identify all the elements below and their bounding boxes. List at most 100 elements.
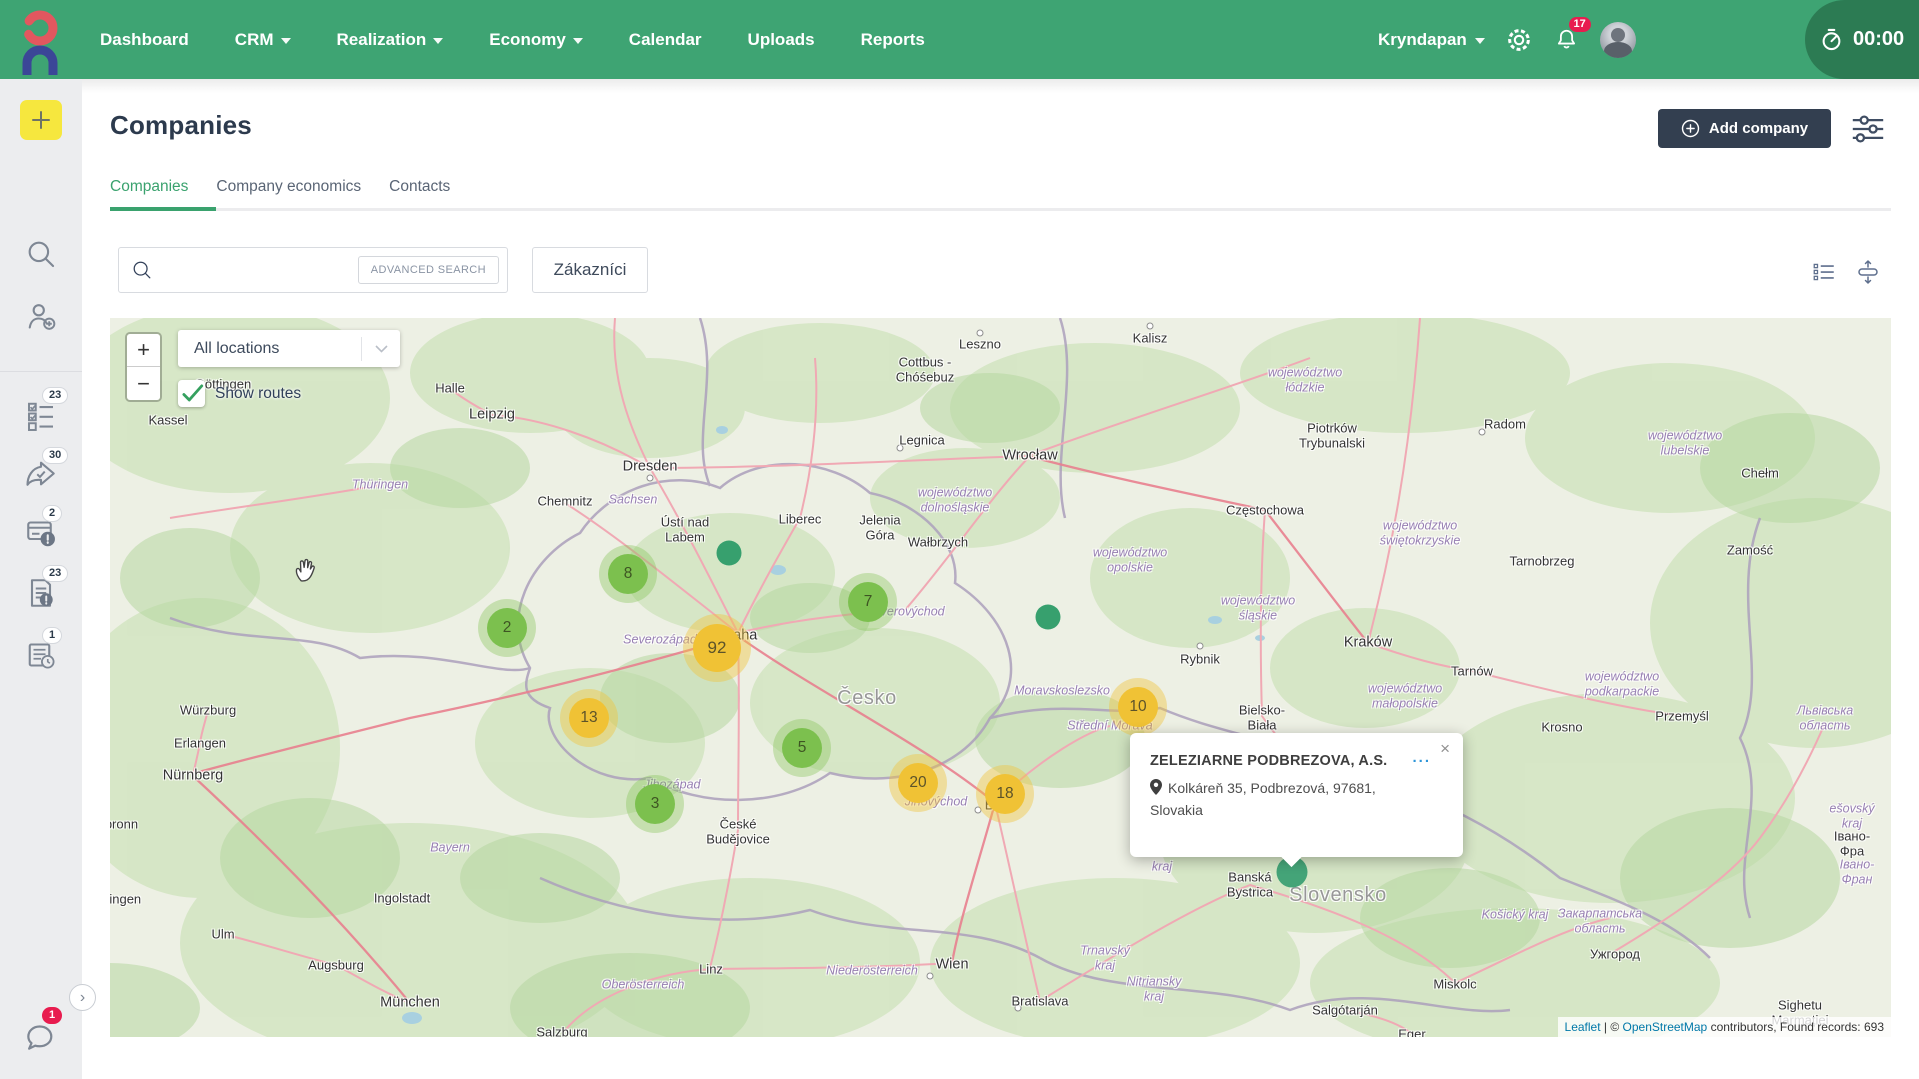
navbar-right: Kryndapan 17 <box>1378 0 1636 79</box>
map-company-marker[interactable] <box>717 541 742 566</box>
locations-dropdown[interactable]: All locations <box>178 330 400 367</box>
cluster-count: 8 <box>608 554 648 594</box>
expand-rows-button[interactable] <box>1854 258 1882 286</box>
top-navbar: Dashboard CRM Realization Economy Calend… <box>0 0 1919 79</box>
chevron-down-icon <box>362 345 400 353</box>
sidebar-orders-button[interactable]: 1 <box>0 637 82 673</box>
sidebar-add-contact-button[interactable] <box>0 299 82 335</box>
chevron-down-icon <box>281 38 291 44</box>
leaflet-link[interactable]: Leaflet <box>1565 1020 1601 1034</box>
show-routes-control: Show routes <box>178 380 301 407</box>
cluster-count: 7 <box>848 582 888 622</box>
notifications-button[interactable]: 17 <box>1553 26 1580 53</box>
avatar[interactable] <box>1600 22 1636 58</box>
map-cluster-marker[interactable]: 13 <box>560 689 618 747</box>
map-cluster-marker[interactable]: 20 <box>889 754 947 812</box>
app-logo[interactable] <box>14 5 66 77</box>
customer-filter-button[interactable]: Zákazníci <box>532 247 648 293</box>
sidebar-invoices-button[interactable]: 2 <box>0 515 82 551</box>
companies-map[interactable]: KaliszLesznoCottbus - Chóśebuzwojewództw… <box>110 318 1891 1037</box>
user-menu[interactable]: Kryndapan <box>1378 30 1485 50</box>
zoom-in-button[interactable]: + <box>127 334 160 367</box>
openstreetmap-link[interactable]: OpenStreetMap <box>1623 1020 1708 1034</box>
menu-economy[interactable]: Economy <box>489 30 583 50</box>
menu-reports[interactable]: Reports <box>861 30 925 50</box>
map-cluster-marker[interactable]: 8 <box>599 545 657 603</box>
logo-red-ring <box>27 15 53 41</box>
popup-company-name[interactable]: ZELEZIARNE PODBREZOVA, A.S. <box>1150 753 1412 769</box>
map-company-marker[interactable] <box>1036 605 1061 630</box>
header-shadow <box>82 79 1919 93</box>
map-cluster-marker[interactable]: 18 <box>976 765 1034 823</box>
sidebar-search-button[interactable] <box>0 237 82 271</box>
menu-dashboard[interactable]: Dashboard <box>100 30 189 50</box>
logo-navy-arc <box>27 50 53 75</box>
tasks-count-badge: 23 <box>42 387 68 404</box>
sidebar-documents-button[interactable]: 23 <box>0 575 82 611</box>
invoices-count-badge: 2 <box>42 505 62 522</box>
quick-add-button[interactable] <box>20 100 62 140</box>
map-cluster-marker[interactable]: 92 <box>683 614 751 682</box>
sidebar-chat-button[interactable]: 1 <box>0 1017 82 1055</box>
map-cluster-marker[interactable]: 3 <box>626 775 684 833</box>
map-cluster-marker[interactable]: 5 <box>773 719 831 777</box>
sidebar-expand-button[interactable]: › <box>69 984 96 1011</box>
map-cluster-marker[interactable]: 10 <box>1109 678 1167 736</box>
attribution-suffix: contributors, Found records: 693 <box>1707 1020 1884 1034</box>
popup-menu-button[interactable]: ... <box>1412 753 1431 762</box>
timer-value: 00:00 <box>1853 28 1904 51</box>
settings-button[interactable] <box>1505 26 1533 54</box>
menu-realization[interactable]: Realization <box>337 30 444 50</box>
chat-count-badge: 1 <box>42 1007 62 1024</box>
sidebar-approvals-button[interactable]: 30 <box>0 457 82 493</box>
list-view-button[interactable] <box>1810 258 1838 286</box>
cluster-count: 18 <box>985 774 1025 814</box>
documents-count-badge: 23 <box>42 565 68 582</box>
map-tiles <box>110 318 1891 1037</box>
cluster-count: 2 <box>487 608 527 648</box>
menu-calendar[interactable]: Calendar <box>629 30 702 50</box>
expand-vertical-icon <box>1854 257 1882 287</box>
orders-count-badge: 1 <box>42 627 62 644</box>
company-search-box: ADVANCED SEARCH <box>118 247 508 293</box>
cluster-count: 20 <box>898 763 938 803</box>
show-routes-checkbox[interactable] <box>178 380 205 407</box>
search-icon <box>131 259 153 281</box>
menu-uploads[interactable]: Uploads <box>748 30 815 50</box>
left-sidebar: 23 30 2 <box>0 79 82 1079</box>
chevron-down-icon <box>1475 38 1485 44</box>
zoom-out-button[interactable]: − <box>127 367 160 400</box>
view-settings-button[interactable] <box>1849 112 1887 146</box>
map-cluster-marker[interactable]: 2 <box>478 599 536 657</box>
add-contact-icon <box>23 299 59 335</box>
notification-count-badge: 17 <box>1569 17 1591 32</box>
company-popup: × ZELEZIARNE PODBREZOVA, A.S. ... Kolkár… <box>1130 733 1463 857</box>
view-toggles <box>1810 258 1882 286</box>
cluster-count: 5 <box>782 728 822 768</box>
tab-company-economics[interactable]: Company economics <box>216 178 361 212</box>
sidebar-tasks-button[interactable]: 23 <box>0 397 82 433</box>
chevron-down-icon <box>573 38 583 44</box>
time-tracker[interactable]: 00:00 <box>1805 0 1919 79</box>
cluster-count: 92 <box>693 624 741 672</box>
chevron-down-icon <box>433 38 443 44</box>
check-icon <box>179 381 205 407</box>
show-routes-label: Show routes <box>215 385 301 403</box>
tabs-underline <box>110 208 1891 211</box>
user-name: Kryndapan <box>1378 30 1467 50</box>
advanced-search-button[interactable]: ADVANCED SEARCH <box>358 256 499 284</box>
popup-company-address: Kolkáreň 35, Podbrezová, 97681, Slovakia <box>1150 778 1445 821</box>
tab-contacts[interactable]: Contacts <box>389 178 450 212</box>
location-pin-icon <box>1150 779 1162 800</box>
cluster-count: 13 <box>569 698 609 738</box>
sidebar-divider <box>0 371 82 372</box>
timer-icon <box>1818 26 1845 53</box>
add-company-button[interactable]: Add company <box>1658 109 1831 148</box>
map-attribution: Leaflet | © OpenStreetMap contributors, … <box>1558 1017 1891 1037</box>
popup-close-button[interactable]: × <box>1436 738 1454 759</box>
search-input[interactable] <box>163 262 358 279</box>
menu-crm[interactable]: CRM <box>235 30 291 50</box>
map-cluster-marker[interactable]: 7 <box>839 573 897 631</box>
cluster-count: 3 <box>635 784 675 824</box>
main-menu: Dashboard CRM Realization Economy Calend… <box>100 0 925 79</box>
